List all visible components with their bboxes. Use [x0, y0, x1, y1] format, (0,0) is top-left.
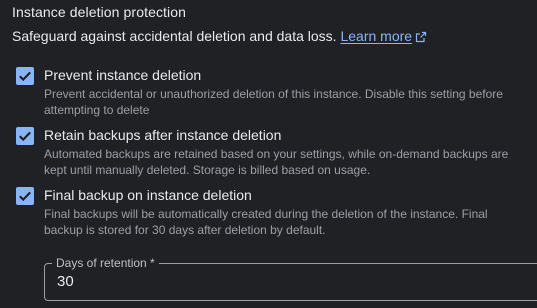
- option-final-backup: Final backup on instance deletion Final …: [16, 186, 521, 237]
- final-backup-checkbox[interactable]: [16, 187, 34, 205]
- prevent-deletion-checkbox[interactable]: [16, 67, 34, 85]
- option-label[interactable]: Prevent instance deletion: [44, 66, 201, 84]
- checkmark-icon: [19, 71, 31, 82]
- option-description: Automated backups are retained based on …: [44, 147, 509, 177]
- retention-days-field[interactable]: Days of retention * 30: [44, 255, 537, 301]
- retain-backups-checkbox[interactable]: [16, 127, 34, 145]
- option-retain-backups: Retain backups after instance deletion A…: [16, 126, 521, 177]
- option-description: Final backups will be automatically crea…: [44, 207, 488, 237]
- section-description-row: Safeguard against accidental deletion an…: [12, 26, 427, 48]
- learn-more-label: Learn more: [340, 28, 413, 44]
- open-in-new-icon: [415, 28, 427, 48]
- option-description: Prevent accidental or unauthorized delet…: [44, 87, 503, 117]
- section-description: Safeguard against accidental deletion an…: [12, 28, 337, 44]
- option-prevent-deletion: Prevent instance deletion Prevent accide…: [16, 66, 521, 117]
- retention-days-label: Days of retention *: [52, 255, 159, 271]
- option-label[interactable]: Retain backups after instance deletion: [44, 126, 281, 144]
- section-title: Instance deletion protection: [12, 4, 187, 20]
- option-label[interactable]: Final backup on instance deletion: [44, 186, 252, 204]
- checkmark-icon: [19, 131, 31, 142]
- checkmark-icon: [19, 191, 31, 202]
- learn-more-link[interactable]: Learn more: [340, 28, 427, 44]
- retention-days-input[interactable]: 30: [57, 273, 74, 291]
